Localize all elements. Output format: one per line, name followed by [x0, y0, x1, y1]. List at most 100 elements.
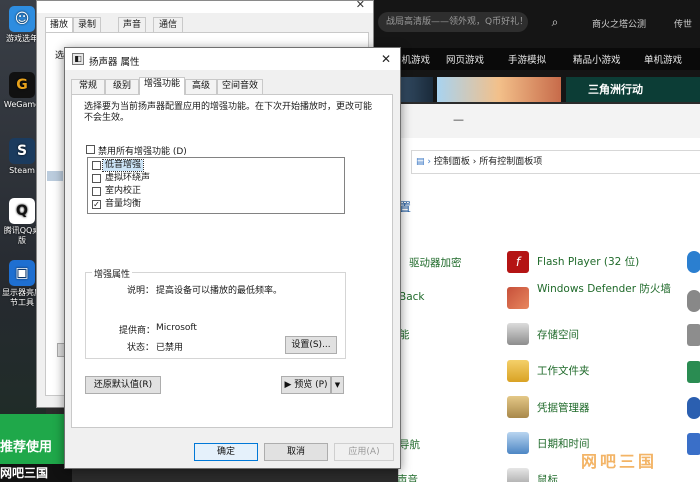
cp-item-credential-manager[interactable]: 凭据管理器: [537, 400, 590, 415]
desktop-icon-label: Steam: [9, 166, 35, 175]
description-value: 提高设备可以播放的最低频率。: [156, 286, 283, 296]
restore-defaults-button[interactable]: 还原默认值(R): [85, 376, 161, 394]
enhancement-properties-group: 增强属性 说明： 提高设备可以播放的最低频率。 提供商： Microsoft 状…: [85, 267, 346, 359]
cp-item-flash-player[interactable]: Flash Player (32 位): [537, 254, 639, 269]
effect-label: 音量均衡: [105, 199, 142, 209]
minimize-icon[interactable]: —: [453, 113, 464, 126]
folder-icon: ▤ ›: [416, 157, 434, 167]
nav-item[interactable]: 精品小游戏: [573, 52, 621, 66]
tab-levels[interactable]: 级别: [105, 79, 139, 94]
description-label: 说明：: [127, 286, 155, 296]
provider-value: Microsoft: [156, 323, 197, 333]
group-title: 增强属性: [92, 267, 133, 280]
close-icon[interactable]: ✕: [356, 0, 365, 11]
search-input[interactable]: 战局高清版——领外观，Q币好礼！: [378, 12, 528, 32]
status-label: 状态：: [127, 343, 155, 353]
effect-checkbox[interactable]: [92, 161, 101, 170]
search-icon[interactable]: ⌕: [547, 14, 563, 30]
flash-player-icon: f: [507, 251, 529, 273]
top-link[interactable]: 传世: [674, 17, 692, 30]
status-value: 已禁用: [156, 343, 184, 353]
provider-label: 提供商：: [119, 326, 156, 336]
effects-list[interactable]: 低音增强 虚拟环绕声 室内校正 ✓ 音量均衡: [87, 157, 345, 214]
credential-manager-icon: [507, 396, 529, 418]
device-icon: [47, 171, 63, 181]
apply-button: 应用(A): [334, 443, 394, 461]
effect-checkbox-checked[interactable]: ✓: [92, 200, 101, 209]
desktop-icon-label: 游戏选年: [6, 34, 38, 43]
firewall-icon: [507, 287, 529, 309]
cp-item-backup[interactable]: Back: [399, 291, 425, 303]
effect-checkbox[interactable]: [92, 187, 101, 196]
partial-label: 选: [55, 51, 65, 61]
steam-icon: S: [9, 138, 35, 164]
enhancements-panel: 选择要为当前扬声器配置应用的增强功能。在下次开始播放时，更改可能不会生效。 禁用…: [71, 94, 393, 428]
close-icon[interactable]: ✕: [378, 51, 394, 67]
tab-advanced[interactable]: 高级: [185, 79, 217, 94]
tab-playback[interactable]: 播放: [45, 17, 73, 33]
game-banner[interactable]: [437, 77, 561, 102]
partial-item-icon: [687, 361, 700, 383]
control-panel-window: — ▤ › 控制面板 › 所有控制面板项 置 驱动器加密 Back 能 导航 声…: [397, 104, 700, 482]
preview-button[interactable]: ▶ 预览 (P): [281, 376, 331, 394]
cp-item-navigation[interactable]: 导航: [399, 437, 420, 452]
address-bar[interactable]: ▤ › 控制面板 › 所有控制面板项: [411, 150, 700, 174]
cp-item-sound[interactable]: 声音: [397, 472, 418, 482]
nav-item[interactable]: 网页游戏: [446, 52, 484, 66]
settings-button[interactable]: 设置(S)...: [285, 336, 337, 354]
desktop-icon-label: WeGame: [3, 100, 41, 109]
game-selector-icon: ☺: [9, 6, 35, 32]
dialog-title: 扬声器 属性: [89, 57, 140, 68]
speaker-properties-dialog: ◧ 扬声器 属性 ✕ 常规 级别 增强功能 高级 空间音效 选择要为当前扬声器配…: [64, 47, 401, 469]
cp-item-windows-defender-firewall[interactable]: Windows Defender 防火墙: [537, 283, 677, 296]
gear-icon: [687, 290, 700, 312]
sound-dialog-titlebar: ✕: [37, 0, 373, 13]
preview-dropdown-chevron-down-icon[interactable]: ▼: [331, 376, 344, 394]
disable-all-checkbox[interactable]: [86, 145, 95, 154]
disable-all-label: 禁用所有增强功能 (D): [98, 147, 187, 157]
dialog-titlebar: ◧ 扬声器 属性 ✕: [65, 48, 400, 70]
promo-line1: 推荐使用: [0, 440, 53, 455]
cp-item-mouse[interactable]: 鼠标: [537, 472, 558, 482]
desktop-icon-label: 腾讯QQ桌版: [3, 226, 41, 245]
promo-line2: 网吧三国: [0, 464, 72, 482]
tab-spatial-sound[interactable]: 空间音效: [217, 79, 263, 94]
enhancements-description: 选择要为当前扬声器配置应用的增强功能。在下次开始播放时，更改可能不会生效。: [84, 102, 373, 123]
partial-item-icon: [687, 324, 700, 346]
partial-item-icon: [687, 397, 700, 419]
control-panel-titlebar: —: [399, 104, 700, 138]
tab-communications[interactable]: 通信: [153, 17, 183, 33]
nav-item[interactable]: 单机游戏: [644, 52, 682, 66]
speaker-icon: ◧: [72, 53, 84, 65]
cp-item-bitlocker[interactable]: 驱动器加密: [409, 255, 462, 270]
cp-item-work-folders[interactable]: 工作文件夹: [537, 363, 590, 378]
effect-label: 虚拟环绕声: [105, 173, 151, 183]
promo-banner[interactable]: 推荐使用 网吧三国: [0, 414, 72, 482]
effect-label: 室内校正: [105, 186, 142, 196]
breadcrumb-item[interactable]: 所有控制面板项: [479, 157, 542, 167]
partial-item-icon: [687, 433, 700, 455]
cp-item-storage-spaces[interactable]: 存储空间: [537, 327, 579, 342]
effect-checkbox[interactable]: [92, 174, 101, 183]
top-link[interactable]: 商火之塔公测: [592, 17, 646, 30]
work-folders-icon: [507, 360, 529, 382]
banner-text: 三角洲行动: [588, 83, 643, 96]
partial-item-icon: [687, 251, 700, 273]
qq-penguin-icon: Q: [9, 198, 35, 224]
nav-item[interactable]: 手游模拟: [508, 52, 546, 66]
tab-recording[interactable]: 录制: [73, 17, 101, 33]
breadcrumb-item[interactable]: 控制面板: [434, 157, 470, 167]
storage-spaces-icon: [507, 323, 529, 345]
effect-label: 低音增强: [101, 159, 145, 172]
watermark-logo: 网吧三国: [581, 452, 658, 471]
mouse-icon: [507, 468, 529, 482]
tab-enhancements[interactable]: 增强功能: [139, 77, 185, 95]
date-time-icon: [507, 432, 529, 454]
game-banner[interactable]: 三角洲行动: [566, 77, 700, 102]
tab-general[interactable]: 常规: [71, 79, 105, 94]
ok-button[interactable]: 确定: [194, 443, 258, 461]
wegame-icon: G: [9, 72, 35, 98]
cancel-button[interactable]: 取消: [264, 443, 328, 461]
monitor-icon: ▣: [9, 260, 35, 286]
tab-sounds[interactable]: 声音: [118, 17, 146, 33]
